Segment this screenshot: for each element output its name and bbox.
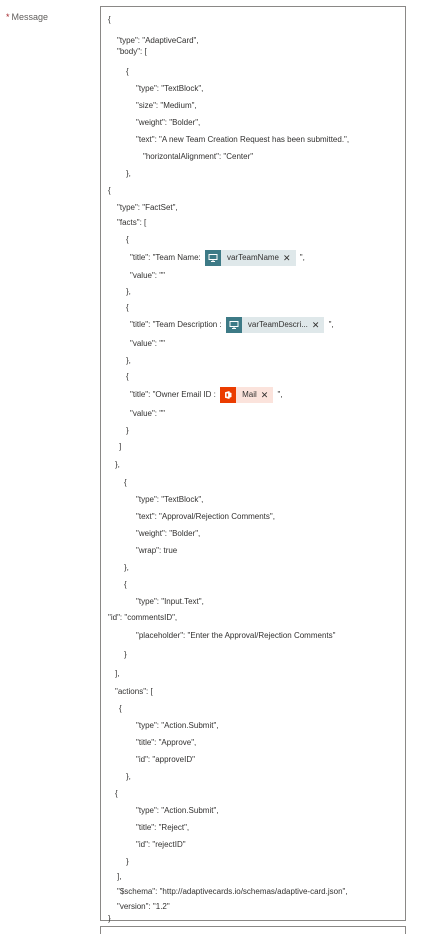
code-line: { — [126, 235, 129, 244]
remove-token-icon[interactable]: ✕ — [283, 253, 296, 263]
code-line: "type": "FactSet", — [117, 203, 178, 212]
code-line: "facts": [ — [117, 218, 147, 227]
variable-icon — [204, 250, 221, 266]
code-line: "id": "approveID" — [136, 755, 195, 764]
message-editor[interactable]: { "type": "AdaptiveCard", "body": [ { "t… — [100, 6, 406, 923]
token-line-prefix: "title": "Owner Email ID : — [130, 390, 219, 400]
message-label-text: Message — [11, 12, 49, 22]
dynamic-content-token[interactable]: varTeamName ✕ — [204, 250, 296, 266]
code-line: { — [108, 186, 111, 195]
code-line: { — [124, 478, 127, 487]
code-line-with-token: "title": "Team Description : varTeamDesc… — [130, 317, 334, 333]
dynamic-content-token[interactable]: varTeamDescri... ✕ — [225, 317, 325, 333]
code-line: { — [115, 789, 118, 798]
code-line: "text": "A new Team Creation Request has… — [136, 135, 350, 144]
code-line: } — [108, 914, 111, 923]
code-line: "id": "commentsID", — [108, 613, 178, 622]
next-field-edge — [100, 926, 406, 934]
code-line: "type": "AdaptiveCard", — [117, 36, 199, 45]
code-line: "type": "Input.Text", — [136, 597, 204, 606]
code-line: "id": "rejectID" — [136, 840, 186, 849]
required-marker: * — [6, 12, 10, 22]
token-label: Mail — [242, 390, 257, 399]
token-line-suffix: ", — [297, 253, 305, 263]
code-line: }, — [124, 563, 129, 572]
token-line-suffix: ", — [275, 390, 283, 400]
code-line: }, — [126, 169, 131, 178]
code-line-with-token: "title": "Owner Email ID : Mail ✕ ", — [130, 387, 283, 403]
code-line: { — [124, 580, 127, 589]
code-line: { — [108, 15, 111, 24]
token-line-prefix: "title": "Team Name: — [130, 253, 203, 263]
code-line: ] — [119, 442, 122, 451]
code-line: "weight": "Bolder", — [136, 529, 201, 538]
code-line: "title": "Reject", — [136, 823, 190, 832]
code-line: { — [126, 67, 129, 76]
remove-token-icon[interactable]: ✕ — [261, 390, 274, 400]
code-line: ], — [117, 872, 122, 881]
code-line: "wrap": true — [136, 546, 178, 555]
code-line: }, — [126, 772, 131, 781]
code-line: "weight": "Bolder", — [136, 118, 201, 127]
code-line: "$schema": "http://adaptivecards.io/sche… — [117, 887, 348, 896]
code-line: { — [126, 303, 129, 312]
code-line: } — [124, 650, 127, 659]
code-line: "placeholder": "Enter the Approval/Rejec… — [136, 631, 336, 640]
token-label: varTeamDescri... — [247, 320, 308, 329]
code-line: "size": "Medium", — [136, 101, 197, 110]
code-line: "text": "Approval/Rejection Comments", — [136, 512, 275, 521]
code-line: "value": "" — [130, 409, 165, 418]
code-line: "type": "Action.Submit", — [136, 806, 219, 815]
code-line: } — [126, 426, 129, 435]
code-line: "type": "TextBlock", — [136, 84, 204, 93]
code-line: "value": "" — [130, 339, 165, 348]
code-line: }, — [126, 287, 131, 296]
code-line: }, — [115, 460, 120, 469]
token-line-suffix: ", — [326, 320, 334, 330]
office-icon — [220, 387, 237, 403]
code-line: "body": [ — [117, 47, 147, 56]
code-line: ], — [115, 669, 120, 678]
remove-token-icon[interactable]: ✕ — [312, 320, 325, 330]
message-field-label: * Message — [6, 12, 48, 22]
code-line: { — [126, 372, 129, 381]
code-line: "horizontalAlignment": "Center" — [143, 152, 254, 161]
code-line: "actions": [ — [115, 687, 153, 696]
code-line: "type": "TextBlock", — [136, 495, 204, 504]
token-label: varTeamName — [226, 253, 279, 262]
code-line: "version": "1.2" — [117, 902, 170, 911]
code-line: "value": "" — [130, 271, 165, 280]
dynamic-content-token[interactable]: Mail ✕ — [220, 387, 274, 403]
token-line-prefix: "title": "Team Description : — [130, 320, 224, 330]
code-line: }, — [126, 356, 131, 365]
code-line-with-token: "title": "Team Name: varTeamName ✕ ", — [130, 250, 305, 266]
code-line: { — [119, 704, 122, 713]
code-line: "type": "Action.Submit", — [136, 721, 219, 730]
variable-icon — [225, 317, 242, 333]
code-line: } — [126, 857, 129, 866]
code-line: "title": "Approve", — [136, 738, 197, 747]
